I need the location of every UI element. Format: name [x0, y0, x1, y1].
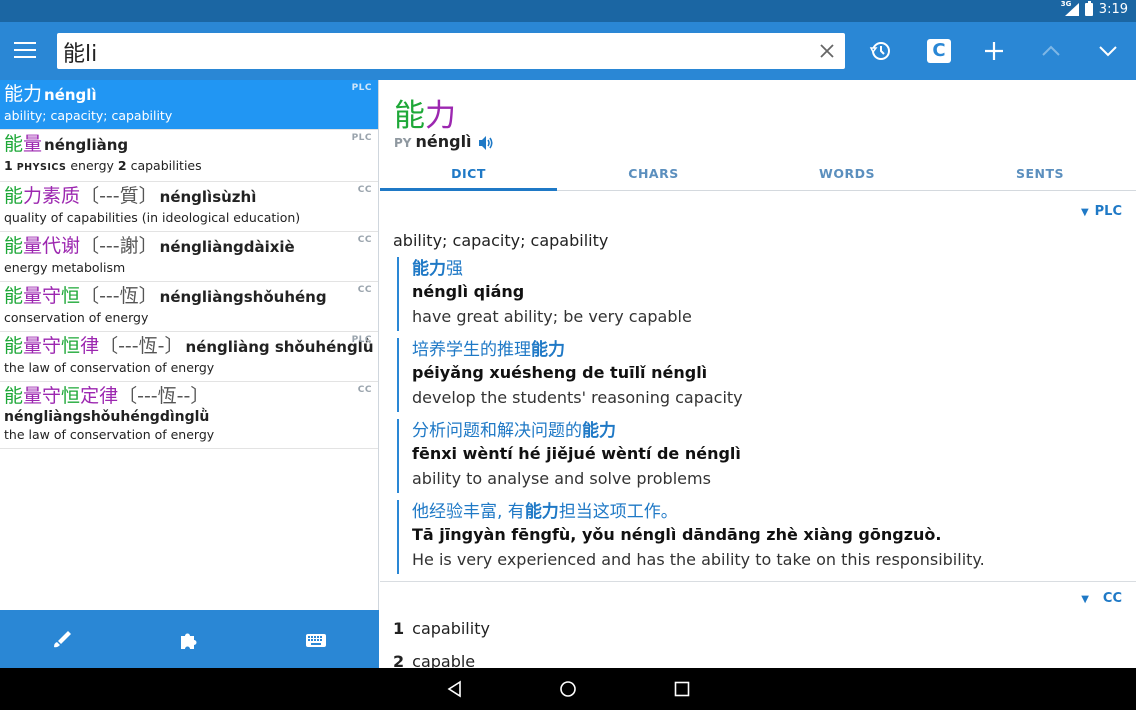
example-block: 他经验丰富, 有能力担当这项工作。 Tā jīngyàn fēngfù, yǒu…: [397, 500, 1117, 574]
example-english: have great ability; be very capable: [412, 307, 692, 326]
cell-signal-icon: 3G: [1061, 0, 1079, 16]
list-item[interactable]: 能量守恒〔---恆〕 néngliàngshǒuhéng conservation…: [0, 282, 378, 332]
search-input[interactable]: 能li: [57, 33, 845, 69]
entry-pinyin: néngliàngdàixiè: [159, 238, 295, 256]
example-block: 能力强 nénglì qiáng have great ability; be …: [397, 257, 1117, 331]
entry-pinyin: nénglì: [44, 86, 97, 104]
entry-definition: conservation of energy: [4, 310, 149, 325]
puzzle-piece-icon[interactable]: [177, 628, 201, 652]
example-pinyin: nénglì qiáng: [412, 282, 525, 301]
system-nav-bar: [0, 668, 1136, 710]
example-pinyin: Tā jīngyàn fēngfù, yǒu nénglì dāndāng zh…: [412, 525, 942, 544]
menu-icon[interactable]: [14, 42, 36, 60]
entry-definition: quality of capabilities (in ideological …: [4, 210, 301, 225]
tab-words[interactable]: WORDS: [750, 158, 944, 191]
list-item[interactable]: 能量守恒律〔---恆-〕 néngliàng shǒuhénglǜ the law…: [0, 332, 378, 382]
example-english: He is very experienced and has the abili…: [412, 550, 985, 569]
tab-dict[interactable]: DICT: [380, 158, 557, 191]
example-block: 培养学生的推理能力 péiyǎng xuésheng de tuīlǐ néng…: [397, 338, 1117, 412]
copy-clipboard-icon[interactable]: C: [924, 36, 954, 66]
entry-pinyin: nénglìsùzhì: [159, 188, 257, 206]
list-item[interactable]: 能力素质〔---質〕 nénglìsùzhì quality of capabil…: [0, 182, 378, 232]
headword: 能力: [394, 98, 456, 134]
tab-sents[interactable]: SENTS: [944, 158, 1136, 191]
example-chinese[interactable]: 他经验丰富, 有能力担当这项工作。: [412, 500, 1117, 524]
results-list: 能力 nénglì ability; capacity; capability P…: [0, 80, 379, 610]
entry-definition: energy metabolism: [4, 260, 126, 275]
list-item[interactable]: 能量 néngliàng 1 PHYSICS energy 2 capabilit…: [0, 130, 378, 182]
home-icon[interactable]: [559, 680, 577, 698]
entry-pinyin: néngliàng: [44, 136, 129, 154]
history-icon[interactable]: [866, 36, 896, 66]
section-divider: [380, 581, 1136, 582]
example-block: 分析问题和解决问题的能力 fēnxi wèntí hé jiějué wèntí…: [397, 419, 1117, 493]
list-item[interactable]: 能量守恒定律〔---恆--〕 néngliàngshǒuhéngdìnglǜ t…: [0, 382, 378, 449]
search-query[interactable]: 能li: [63, 36, 97, 68]
tab-chars[interactable]: CHARS: [557, 158, 750, 191]
source-label: CC: [357, 385, 372, 395]
example-pinyin: péiyǎng xuésheng de tuīlǐ nénglì: [412, 363, 708, 382]
source-label: CC: [357, 235, 372, 245]
battery-icon: [1084, 1, 1093, 16]
detail-tabs: DICT CHARS WORDS SENTS: [380, 158, 1136, 191]
source-toggle-cc[interactable]: ▼ CC: [1081, 591, 1122, 606]
recents-icon[interactable]: [673, 680, 691, 698]
example-english: develop the students' reasoning capacity: [412, 388, 743, 407]
pinyin-label: PY: [394, 136, 412, 150]
chevron-down-icon[interactable]: [1093, 36, 1123, 66]
entry-pinyin: néngliàngshǒuhéng: [159, 288, 327, 306]
source-label: PLC: [351, 335, 372, 345]
source-label: CC: [357, 285, 372, 295]
add-icon[interactable]: [979, 36, 1009, 66]
clear-icon[interactable]: [817, 41, 837, 61]
cc-definition: 2 capable: [393, 652, 476, 668]
source-label: PLC: [351, 133, 372, 143]
cc-definition: 1 capability: [393, 619, 490, 638]
app-toolbar: 能li C: [0, 22, 1136, 80]
clock: 3:19: [1098, 2, 1128, 17]
back-icon[interactable]: [446, 680, 464, 698]
collapse-triangle-icon: ▼: [1081, 594, 1089, 605]
entry-definition: ability; capacity; capability: [4, 108, 173, 123]
example-pinyin: fēnxi wèntí hé jiějué wèntí de nénglì: [412, 444, 741, 463]
entry-definition: 1 PHYSICS energy 2 capabilities: [4, 158, 202, 173]
entry-pinyin: néngliàng shǒuhénglǜ: [185, 338, 374, 356]
headword-pinyin: nénglì: [415, 132, 472, 151]
input-mode-bar: [0, 610, 379, 668]
source-toggle-plc[interactable]: ▼ PLC: [1081, 204, 1122, 219]
example-english: ability to analyse and solve problems: [412, 469, 711, 488]
list-item[interactable]: 能量代谢〔---謝〕 néngliàngdàixiè energy metabol…: [0, 232, 378, 282]
main-definition: ability; capacity; capability: [393, 231, 609, 250]
example-chinese[interactable]: 能力强: [412, 257, 1117, 281]
entry-definition: the law of conservation of energy: [4, 427, 215, 442]
example-chinese[interactable]: 分析问题和解决问题的能力: [412, 419, 1117, 443]
collapse-triangle-icon: ▼: [1080, 207, 1089, 218]
entry-definition: the law of conservation of energy: [4, 360, 215, 375]
entry-detail: 能力 PY nénglì DICT CHARS WORDS SENTS ▼ PLC …: [380, 80, 1136, 668]
keyboard-icon[interactable]: [304, 628, 328, 652]
example-chinese[interactable]: 培养学生的推理能力: [412, 338, 1117, 362]
handwriting-brush-icon[interactable]: [50, 628, 74, 652]
entry-pinyin: néngliàngshǒuhéngdìnglǜ: [4, 409, 210, 425]
source-label: CC: [357, 185, 372, 195]
speaker-icon[interactable]: [477, 135, 495, 151]
network-type: 3G: [1060, 0, 1072, 8]
chevron-up-icon[interactable]: [1036, 36, 1066, 66]
pinyin-line: PY nénglì: [394, 132, 495, 151]
status-bar: 3G 3:19: [0, 0, 1136, 22]
list-item[interactable]: 能力 nénglì ability; capacity; capability P…: [0, 80, 378, 130]
source-label: PLC: [351, 83, 372, 93]
